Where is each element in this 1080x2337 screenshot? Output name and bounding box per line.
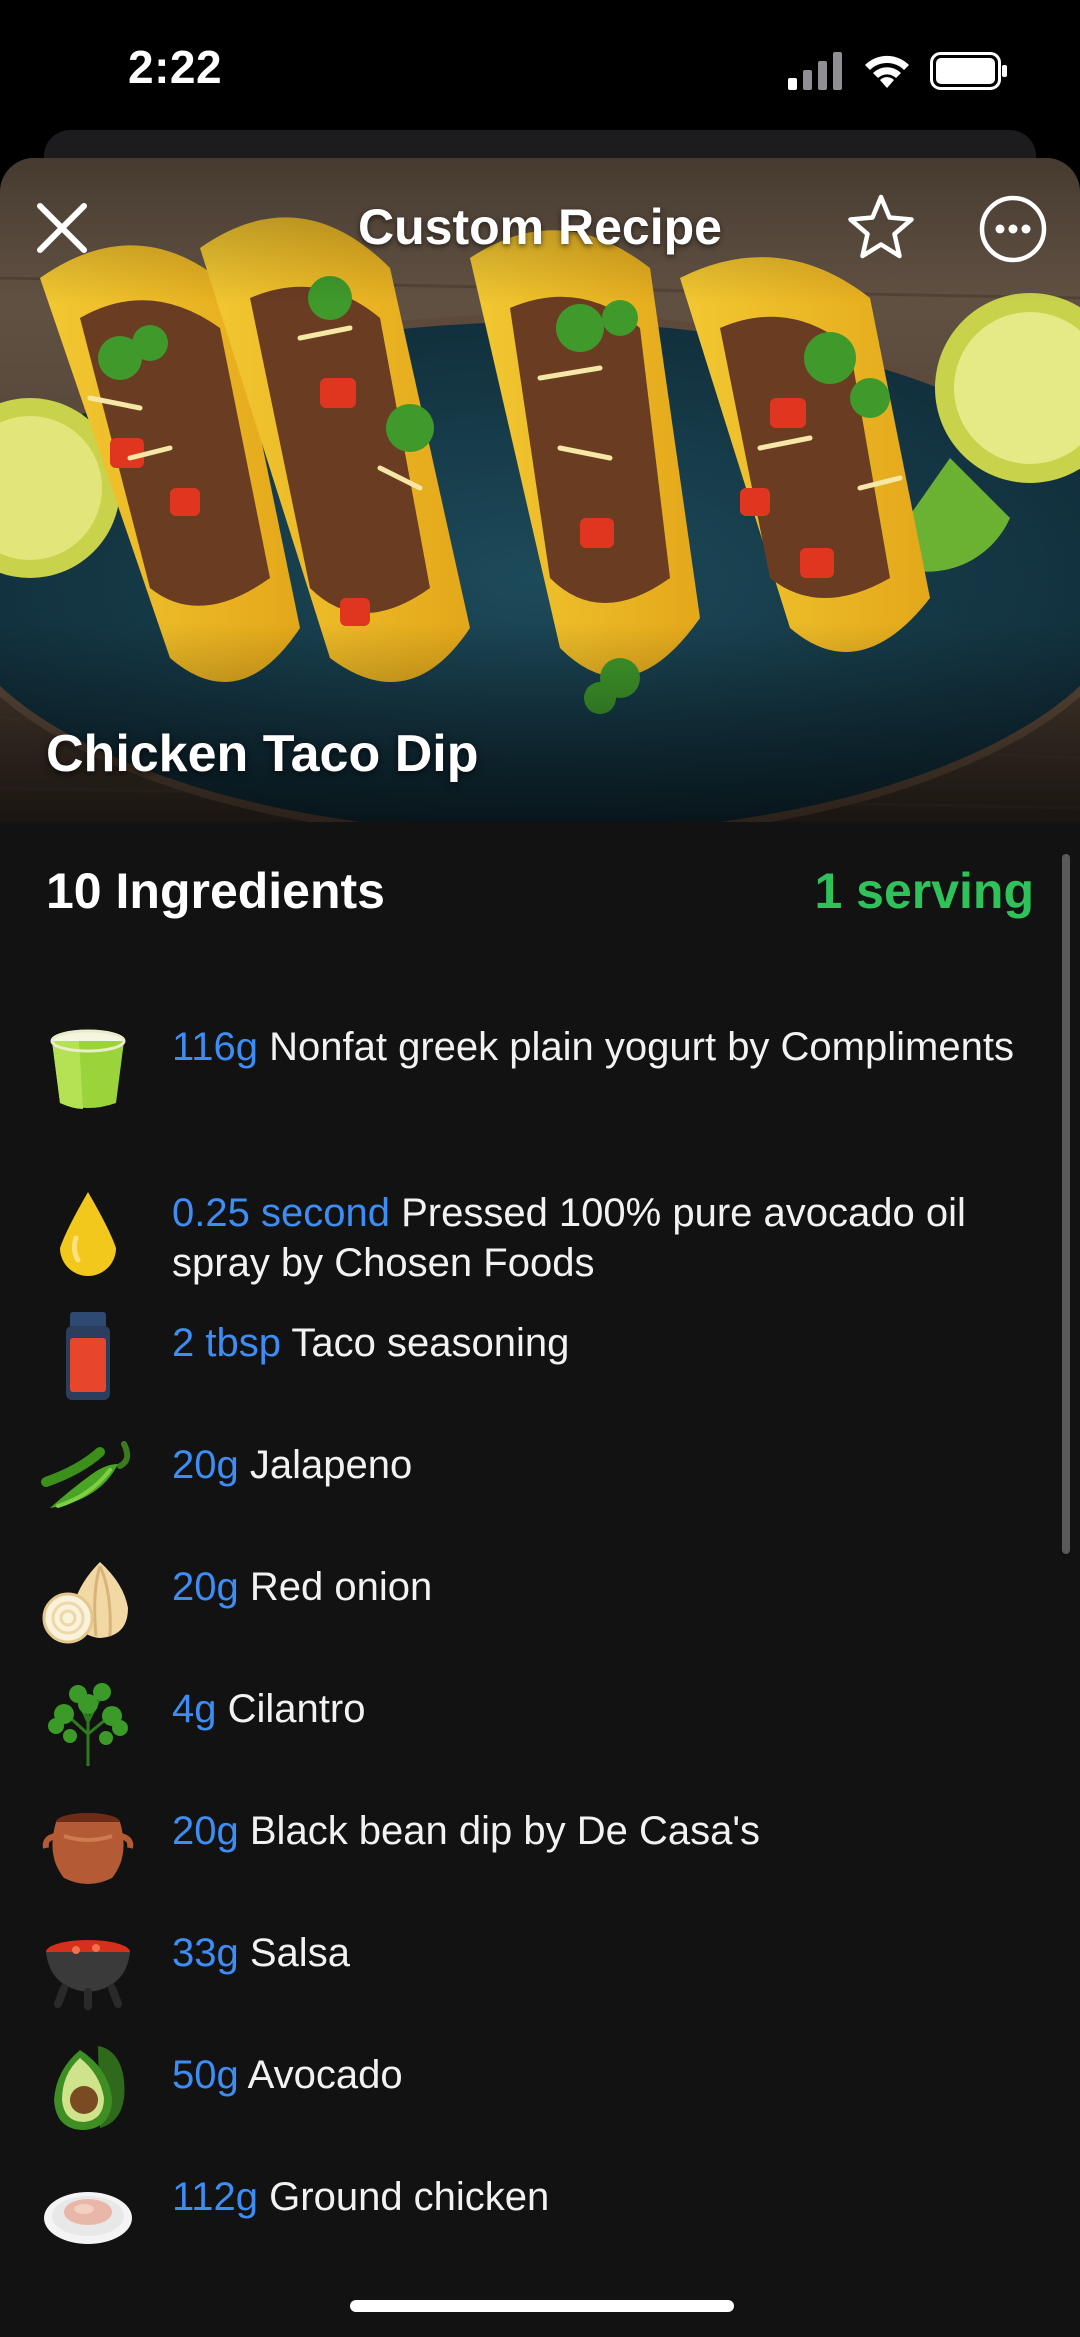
scrollbar[interactable]: [1062, 854, 1070, 1554]
bean-pot-icon: [40, 1796, 136, 1892]
spice-jar-icon: [40, 1308, 136, 1404]
ingredient-text: 20g Black bean dip by De Casa's: [172, 1806, 1042, 1856]
ingredient-amount: 20g: [172, 1565, 239, 1609]
ellipsis-circle-icon: [979, 195, 1047, 263]
ingredient-amount: 20g: [172, 1443, 239, 1487]
more-options-button[interactable]: [978, 194, 1048, 264]
ingredient-name: Nonfat greek plain yogurt by Compliments: [269, 1025, 1014, 1069]
ingredient-amount: 50g: [172, 2053, 239, 2097]
ingredient-text: 0.25 second Pressed 100% pure avocado oi…: [172, 1188, 1042, 1288]
wifi-icon: [865, 55, 909, 88]
hero-gradient: [0, 158, 1080, 822]
ingredient-text: 112g Ground chicken: [172, 2172, 1042, 2222]
ingredient-amount: 33g: [172, 1931, 239, 1975]
ingredient-text: 20g Red onion: [172, 1562, 1042, 1612]
ingredient-name: Black bean dip by De Casa's: [249, 1809, 761, 1853]
ingredient-text: 33g Salsa: [172, 1928, 1042, 1978]
ingredient-amount: 20g: [172, 1809, 239, 1853]
ingredient-text: 50g Avocado: [172, 2050, 1042, 2100]
ingredient-name: Salsa: [249, 1931, 350, 1975]
battery-icon: [930, 52, 1007, 90]
ground-meat-icon: [40, 2162, 136, 2258]
ingredient-name: Red onion: [249, 1565, 433, 1609]
ingredient-amount: 0.25 second: [172, 1191, 390, 1235]
ingredients-heading: 10 Ingredients: [46, 863, 385, 919]
status-bar: 2:22: [0, 0, 1080, 150]
serving-selector[interactable]: 1 serving: [814, 862, 1034, 920]
status-time: 2:22: [128, 41, 223, 93]
salsa-bowl-icon: [40, 1918, 136, 2014]
oil-drop-icon: [40, 1188, 136, 1284]
ingredient-amount: 2 tbsp: [172, 1321, 281, 1365]
ingredient-name: Taco seasoning: [291, 1321, 570, 1365]
ingredient-text: 116g Nonfat greek plain yogurt by Compli…: [172, 1022, 1042, 1072]
onion-icon: [40, 1552, 136, 1648]
ingredient-name: Ground chicken: [269, 2175, 550, 2219]
ingredient-amount: 116g: [172, 1025, 259, 1069]
ingredient-text: 4g Cilantro: [172, 1684, 1042, 1734]
nav-title: Custom Recipe: [358, 199, 722, 255]
avocado-icon: [40, 2040, 136, 2136]
recipe-hero-image: Custom Recipe Chicken Taco Dip: [0, 158, 1080, 822]
ingredient-text: 20g Jalapeno: [172, 1440, 1042, 1490]
jalapeno-icon: [40, 1430, 136, 1526]
recipe-card: Custom Recipe Chicken Taco Dip 10 Ingred…: [0, 158, 1080, 2337]
star-icon: [848, 194, 914, 259]
recipe-name: Chicken Taco Dip: [46, 725, 479, 783]
home-indicator[interactable]: [350, 2300, 734, 2312]
ingredient-name: Cilantro: [227, 1687, 366, 1731]
yogurt-icon: [40, 1022, 136, 1118]
cilantro-icon: [40, 1674, 136, 1770]
cellular-signal-icon: [788, 52, 842, 90]
ingredient-name: Jalapeno: [249, 1443, 413, 1487]
ingredient-amount: 4g: [172, 1687, 217, 1731]
ingredient-name: Avocado: [247, 2053, 403, 2097]
favorite-button[interactable]: [844, 190, 918, 264]
ingredient-text: 2 tbsp Taco seasoning: [172, 1318, 1042, 1368]
ingredient-amount: 112g: [172, 2175, 259, 2219]
